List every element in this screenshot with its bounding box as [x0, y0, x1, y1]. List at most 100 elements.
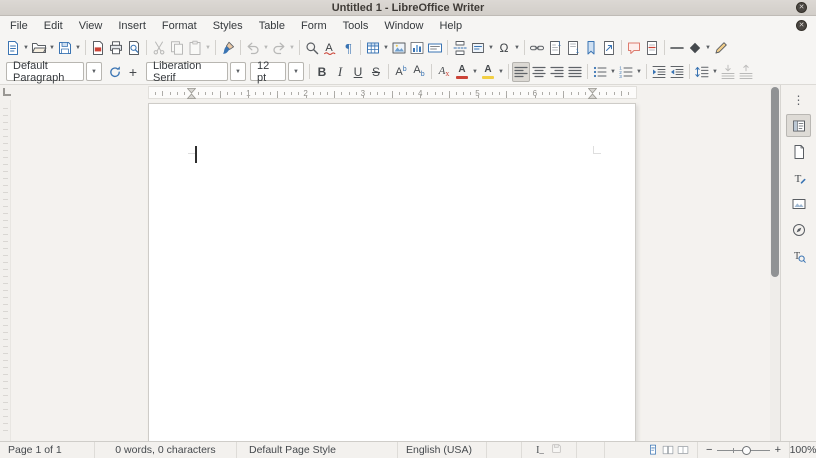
font-name-dropdown-icon[interactable]: ▼	[230, 62, 246, 81]
insert-comment-button[interactable]	[625, 38, 643, 58]
menu-styles[interactable]: Styles	[205, 18, 251, 34]
find-replace-button[interactable]	[303, 38, 321, 58]
bullets-button[interactable]	[591, 62, 609, 82]
sidebar-tab-styles[interactable]: T	[786, 166, 811, 189]
font-size-value[interactable]: 12 pt	[250, 62, 286, 81]
numbering-button[interactable]: 123	[617, 62, 635, 82]
word-count-status[interactable]: 0 words, 0 characters	[95, 442, 237, 458]
subscript-button[interactable]: Ab	[410, 62, 428, 82]
font-name-value[interactable]: Liberation Serif	[146, 62, 228, 81]
sidebar-tab-gallery[interactable]	[786, 192, 811, 215]
insert-page-break-button[interactable]	[451, 38, 469, 58]
sidebar-tab-sidebar-settings[interactable]: ⋮	[786, 88, 811, 111]
underline-button[interactable]: U	[349, 62, 367, 82]
insert-chart-button[interactable]	[408, 38, 426, 58]
bullets-dropdown-icon[interactable]: ▼	[609, 62, 617, 82]
page-number-status[interactable]: Page 1 of 1	[0, 442, 95, 458]
insert-endnote-button[interactable]: 1	[564, 38, 582, 58]
paragraph-style-value[interactable]: Default Paragraph	[6, 62, 84, 81]
vertical-scrollbar[interactable]	[770, 85, 780, 441]
menu-window[interactable]: Window	[376, 18, 431, 34]
paragraph-style-dropdown-icon[interactable]: ▼	[86, 62, 102, 81]
document-saved-icon[interactable]	[551, 443, 562, 457]
close-document-icon[interactable]: ✕	[796, 20, 807, 31]
italic-button[interactable]: I	[331, 62, 349, 82]
strikethrough-button[interactable]: S	[367, 62, 385, 82]
formatting-marks-button[interactable]: ¶	[339, 38, 357, 58]
menu-tools[interactable]: Tools	[335, 18, 377, 34]
insert-image-button[interactable]	[390, 38, 408, 58]
insert-field-dropdown-icon[interactable]: ▼	[487, 38, 495, 58]
indent-increase-button[interactable]	[650, 62, 668, 82]
spelling-button[interactable]: A	[321, 38, 339, 58]
insert-bookmark-button[interactable]	[582, 38, 600, 58]
numbering-dropdown-icon[interactable]: ▼	[635, 62, 643, 82]
sidebar-tab-properties[interactable]	[786, 114, 811, 137]
clone-formatting-button[interactable]	[219, 38, 237, 58]
zoom-in-icon[interactable]: +	[775, 445, 781, 456]
insert-footnote-button[interactable]: 1	[546, 38, 564, 58]
font-size-dropdown-icon[interactable]: ▼	[288, 62, 304, 81]
font-color-button[interactable]: A	[453, 62, 471, 82]
new-style-button[interactable]: +	[124, 62, 142, 82]
print-preview-button[interactable]	[125, 38, 143, 58]
tab-selector-icon[interactable]	[3, 88, 11, 96]
sidebar-tab-navigator[interactable]	[786, 218, 811, 241]
page-style-status[interactable]: Default Page Style	[237, 442, 398, 458]
draw-functions-button[interactable]	[712, 38, 730, 58]
insert-cross-reference-button[interactable]	[600, 38, 618, 58]
insert-hyperlink-button[interactable]	[528, 38, 546, 58]
align-left-button[interactable]	[512, 62, 530, 82]
paragraph-style-combo[interactable]: Default Paragraph ▼	[6, 62, 102, 81]
edit-mode-cell[interactable]: I_	[522, 442, 577, 458]
line-spacing-dropdown-icon[interactable]: ▼	[711, 62, 719, 82]
insert-field-button[interactable]	[469, 38, 487, 58]
line-spacing-button[interactable]	[693, 62, 711, 82]
bold-button[interactable]: B	[313, 62, 331, 82]
insert-special-character-button[interactable]: Ω	[495, 38, 513, 58]
open-dropdown-icon[interactable]: ▼	[48, 38, 56, 58]
menu-edit[interactable]: Edit	[36, 18, 71, 34]
zoom-slider-thumb[interactable]	[742, 446, 751, 455]
scrollbar-thumb[interactable]	[771, 87, 779, 277]
font-color-dropdown-icon[interactable]: ▼	[471, 62, 479, 82]
align-right-button[interactable]	[548, 62, 566, 82]
font-name-combo[interactable]: Liberation Serif ▼	[146, 62, 246, 81]
menu-form[interactable]: Form	[293, 18, 335, 34]
open-button[interactable]	[30, 38, 48, 58]
insert-textbox-button[interactable]	[426, 38, 444, 58]
track-changes-button[interactable]	[643, 38, 661, 58]
print-button[interactable]	[107, 38, 125, 58]
save-dropdown-icon[interactable]: ▼	[74, 38, 82, 58]
menu-format[interactable]: Format	[154, 18, 205, 34]
insert-line-button[interactable]	[668, 38, 686, 58]
basic-shapes-button[interactable]	[686, 38, 704, 58]
indent-decrease-button[interactable]	[668, 62, 686, 82]
basic-shapes-dropdown-icon[interactable]: ▼	[704, 38, 712, 58]
insert-table-button[interactable]	[364, 38, 382, 58]
insert-table-dropdown-icon[interactable]: ▼	[382, 38, 390, 58]
highlight-color-button[interactable]: A	[479, 62, 497, 82]
highlight-color-dropdown-icon[interactable]: ▼	[497, 62, 505, 82]
zoom-level-status[interactable]: 100%	[790, 442, 816, 458]
new-dropdown-icon[interactable]: ▼	[22, 38, 30, 58]
superscript-button[interactable]: Ab	[392, 62, 410, 82]
update-style-button[interactable]	[106, 62, 124, 82]
vertical-ruler[interactable]	[0, 100, 11, 441]
font-size-combo[interactable]: 12 pt ▼	[250, 62, 304, 81]
multi-page-view-icon[interactable]	[662, 444, 674, 456]
menu-table[interactable]: Table	[251, 18, 293, 34]
single-page-view-icon[interactable]	[647, 444, 659, 456]
sidebar-tab-page[interactable]	[786, 140, 811, 163]
new-button[interactable]	[4, 38, 22, 58]
document-page[interactable]	[148, 103, 636, 441]
zoom-slider[interactable]	[717, 446, 769, 455]
export-pdf-button[interactable]	[89, 38, 107, 58]
save-button[interactable]	[56, 38, 74, 58]
align-center-button[interactable]	[530, 62, 548, 82]
align-justify-button[interactable]	[566, 62, 584, 82]
horizontal-ruler[interactable]: 123456	[148, 86, 637, 99]
language-status[interactable]: English (USA)	[398, 442, 487, 458]
insert-special-character-dropdown-icon[interactable]: ▼	[513, 38, 521, 58]
insert-mode-icon[interactable]: I_	[536, 444, 544, 456]
